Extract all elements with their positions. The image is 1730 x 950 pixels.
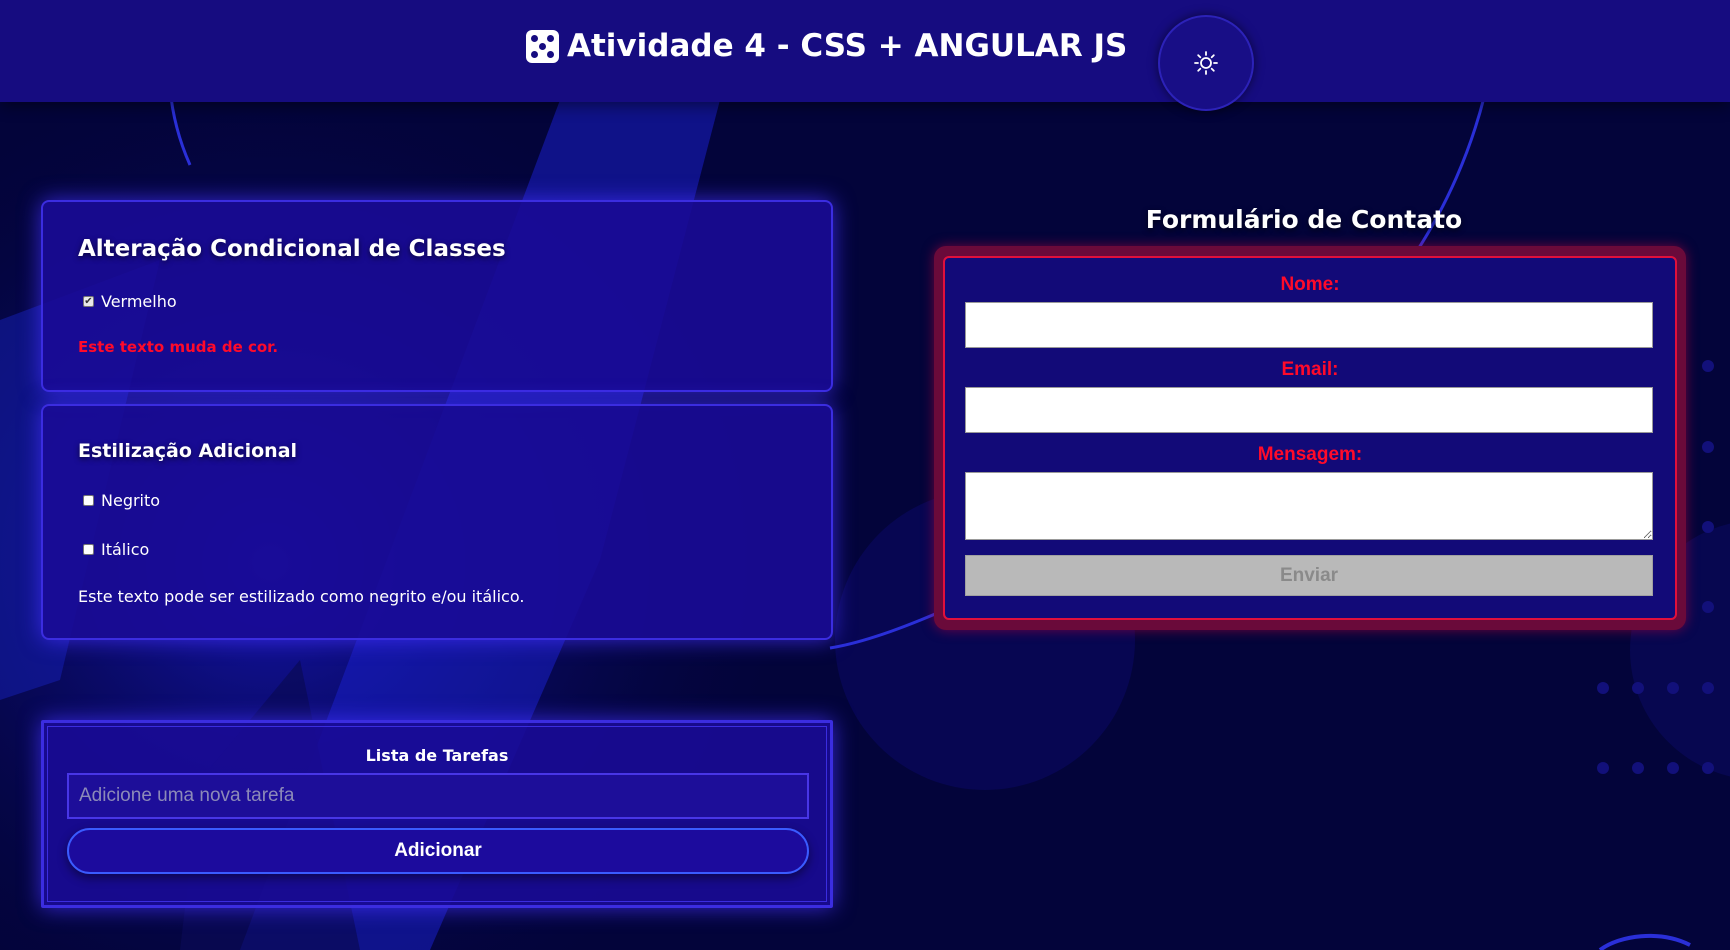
additional-styling-card: Estilização Adicional Negrito Itálico Es…: [41, 404, 833, 640]
sun-icon: [1194, 51, 1218, 75]
red-checkbox-label: Vermelho: [101, 292, 177, 311]
color-changing-text: Este texto muda de cor.: [78, 338, 279, 356]
conditional-classes-title: Alteração Condicional de Classes: [78, 236, 506, 262]
page-title: Atividade 4 - CSS + ANGULAR JS: [526, 28, 1127, 64]
page-title-text: Atividade 4 - CSS + ANGULAR JS: [567, 28, 1128, 64]
name-field[interactable]: [965, 302, 1653, 348]
page-header: Atividade 4 - CSS + ANGULAR JS: [0, 0, 1730, 111]
email-label: Email:: [1281, 359, 1339, 380]
new-task-input[interactable]: [67, 773, 809, 819]
message-label: Mensagem:: [1257, 444, 1363, 465]
contact-form-title: Formulário de Contato: [1145, 205, 1463, 234]
additional-styling-title: Estilização Adicional: [78, 440, 298, 462]
add-task-button[interactable]: Adicionar: [67, 828, 809, 874]
italic-checkbox-row[interactable]: Itálico: [83, 540, 149, 559]
bold-checkbox-row[interactable]: Negrito: [83, 491, 160, 510]
theme-toggle-button[interactable]: [1158, 15, 1254, 111]
contact-form: Nome: Email: Mensagem: Enviar: [934, 246, 1686, 630]
contact-form-body: Nome: Email: Mensagem: Enviar: [943, 256, 1677, 620]
conditional-classes-card: Alteração Condicional de Classes ✔ Verme…: [41, 200, 833, 392]
stylable-text: Este texto pode ser estilizado como negr…: [78, 587, 525, 606]
message-field[interactable]: [965, 472, 1653, 540]
italic-checkbox[interactable]: [83, 544, 94, 555]
bold-checkbox[interactable]: [83, 495, 94, 506]
italic-checkbox-label: Itálico: [101, 540, 150, 559]
red-checkbox[interactable]: ✔: [83, 296, 94, 307]
task-list-title: Lista de Tarefas: [365, 746, 509, 765]
name-label: Nome:: [1280, 274, 1340, 295]
email-field[interactable]: [965, 387, 1653, 433]
dice-five-icon: [526, 29, 559, 63]
send-button[interactable]: Enviar: [965, 555, 1653, 596]
red-checkbox-row[interactable]: ✔ Vermelho: [83, 292, 177, 311]
task-list-card: Lista de Tarefas Adicionar: [41, 720, 833, 908]
bold-checkbox-label: Negrito: [101, 491, 161, 510]
